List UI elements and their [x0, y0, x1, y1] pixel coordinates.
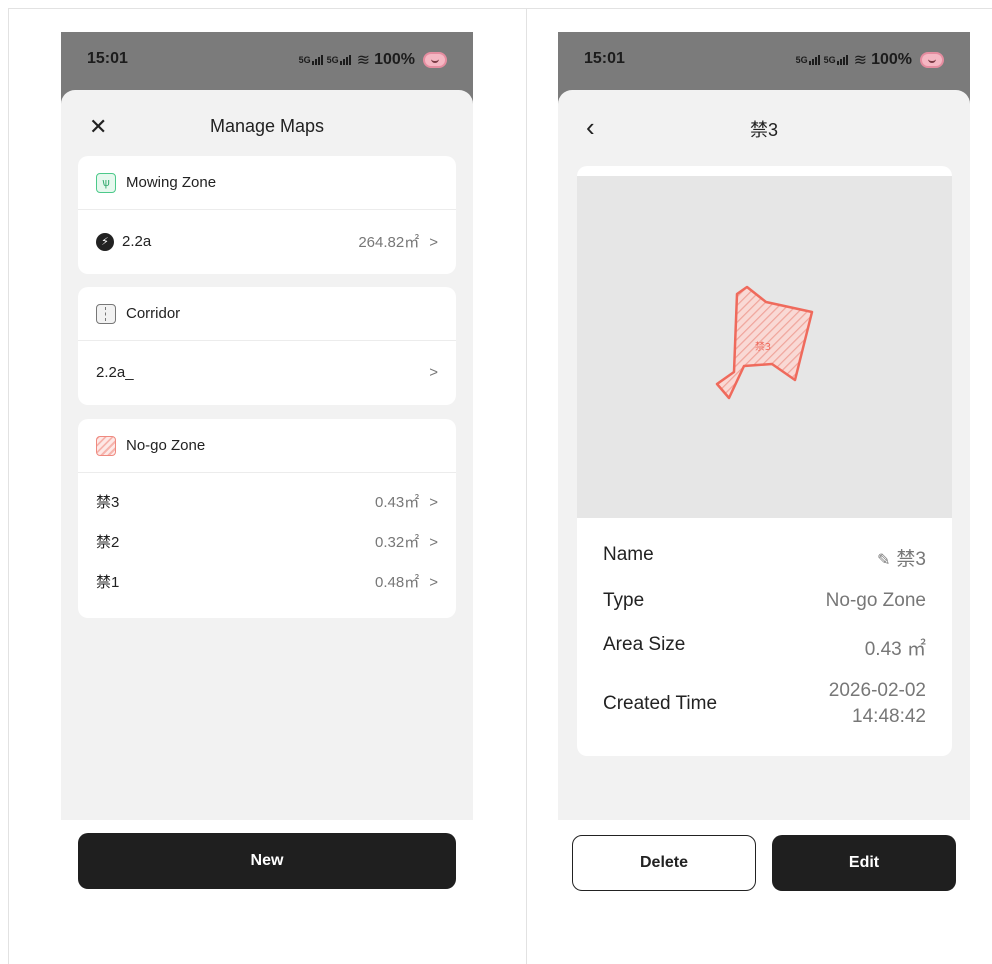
- map-name: 2.2a: [122, 233, 152, 250]
- nogo-zone-card: No-go Zone 禁3 0.43㎡ > 禁2 0.32㎡ > 禁1 0.48㎡ >: [78, 419, 456, 618]
- wifi-icon: ≋: [853, 52, 868, 69]
- created-value: 2026-02-02 14:48:42: [829, 678, 926, 730]
- type-value: No-go Zone: [825, 590, 926, 611]
- edit-button[interactable]: Edit: [772, 835, 956, 891]
- status-bar: 15:01 5G 5G ≋ 100%: [558, 32, 970, 90]
- header: ‹ 禁3: [558, 112, 970, 144]
- nogo-zone-label: No-go Zone: [126, 437, 206, 454]
- wifi-icon: ≋: [356, 52, 371, 69]
- chevron-right-icon: >: [429, 533, 438, 551]
- map-detail-screen: 15:01 5G 5G ≋ 100% ‹ 禁3 禁3 Name ✎ 禁3 Typ…: [558, 32, 970, 820]
- signal-icon: 5G: [824, 55, 848, 65]
- signal-icon: 5G: [327, 55, 351, 65]
- type-label: Type: [603, 590, 645, 611]
- type-field: Type No-go Zone: [603, 590, 926, 612]
- frame-left-border: [8, 8, 9, 964]
- area-label: Area Size: [603, 634, 686, 655]
- frame-divider: [526, 8, 527, 964]
- nogo-row[interactable]: 禁1 0.48㎡ >: [78, 561, 456, 601]
- nogo-row[interactable]: 禁3 0.43㎡ >: [78, 481, 456, 521]
- zone-map-label: 禁3: [755, 341, 771, 353]
- status-icons: 5G 5G ≋ 100%: [299, 50, 447, 70]
- created-time: 14:48:42: [852, 706, 926, 727]
- manage-maps-screen: 15:01 5G 5G ≋ 100% ✕ Manage Maps ѱ Mowin…: [61, 32, 473, 820]
- status-icons: 5G 5G ≋ 100%: [796, 50, 944, 70]
- frame-top-border: [8, 8, 992, 9]
- chevron-right-icon: >: [429, 364, 438, 381]
- name-field: Name ✎ 禁3: [603, 544, 926, 571]
- battery-level: 100%: [871, 51, 912, 68]
- map-row-2-2a[interactable]: ⚡ 2.2a 264.82㎡ >: [78, 210, 456, 273]
- nogo-name: 禁1: [96, 573, 120, 591]
- nogo-row[interactable]: 禁2 0.32㎡ >: [78, 521, 456, 561]
- name-value-group[interactable]: ✎ 禁3: [877, 544, 926, 571]
- status-time: 15:01: [584, 50, 625, 67]
- nogo-area: 0.48㎡: [375, 573, 420, 591]
- name-value: 禁3: [896, 549, 926, 570]
- pencil-icon[interactable]: ✎: [877, 552, 890, 569]
- nogo-hatch-icon: [96, 435, 116, 456]
- nogo-name: 禁3: [96, 493, 120, 511]
- corridor-name: 2.2a_: [96, 364, 134, 381]
- created-label: Created Time: [603, 693, 718, 714]
- mowing-zone-label: Mowing Zone: [126, 174, 217, 191]
- corridor-label: Corridor: [126, 305, 181, 322]
- battery-level: 100%: [374, 51, 415, 68]
- area-field: Area Size 0.43 ㎡: [603, 634, 926, 661]
- nogo-area: 0.32㎡: [375, 533, 420, 551]
- grass-icon: ѱ: [96, 172, 116, 193]
- delete-button[interactable]: Delete: [572, 835, 756, 891]
- status-time: 15:01: [87, 50, 128, 67]
- map-detail-sheet: ‹ 禁3 禁3 Name ✎ 禁3 Type No-go Zone Area S…: [558, 90, 970, 820]
- chevron-right-icon: >: [429, 234, 438, 251]
- app-mascot-icon: [920, 52, 944, 68]
- new-button[interactable]: New: [78, 833, 456, 889]
- signal-icon: 5G: [796, 55, 820, 65]
- nogo-area: 0.43㎡: [375, 493, 420, 511]
- zone-map-preview[interactable]: 禁3: [577, 176, 952, 518]
- map-area: 264.82㎡: [358, 234, 420, 251]
- nogo-zone-shape: 禁3: [715, 285, 814, 400]
- header: ✕ Manage Maps: [61, 112, 473, 144]
- bolt-icon: ⚡: [96, 232, 114, 251]
- created-date: 2026-02-02: [828, 680, 926, 701]
- page-title: 禁3: [749, 120, 778, 140]
- zone-detail-card: 禁3 Name ✎ 禁3 Type No-go Zone Area Size 0.…: [577, 166, 952, 756]
- area-value: 0.43 ㎡: [864, 639, 926, 660]
- created-field: Created Time 2026-02-02 14:48:42: [603, 678, 926, 730]
- name-label: Name: [603, 544, 654, 565]
- manage-maps-sheet: ✕ Manage Maps ѱ Mowing Zone ⚡ 2.2a 264.8…: [61, 90, 473, 820]
- app-mascot-icon: [423, 52, 447, 68]
- corridor-icon: [96, 303, 116, 324]
- mowing-zone-card: ѱ Mowing Zone ⚡ 2.2a 264.82㎡ >: [78, 156, 456, 274]
- page-title: Manage Maps: [209, 116, 325, 136]
- corridor-card: Corridor 2.2a_ >: [78, 287, 456, 405]
- corridor-header: Corridor: [78, 287, 456, 341]
- signal-icon: 5G: [299, 55, 323, 65]
- nogo-zone-header: No-go Zone: [78, 419, 456, 473]
- chevron-right-icon: >: [429, 493, 438, 511]
- chevron-right-icon: >: [429, 573, 438, 591]
- nogo-name: 禁2: [96, 533, 120, 551]
- status-bar: 15:01 5G 5G ≋ 100%: [61, 32, 473, 90]
- corridor-row[interactable]: 2.2a_ >: [78, 341, 456, 404]
- mowing-zone-header: ѱ Mowing Zone: [78, 156, 456, 210]
